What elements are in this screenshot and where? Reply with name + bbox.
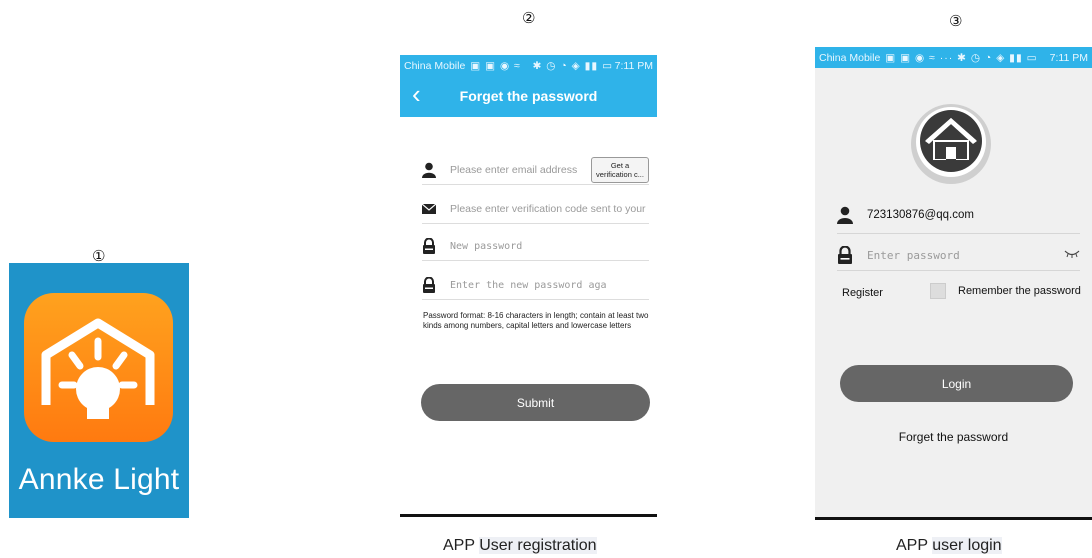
login-screen: China Mobile ▣ ▣ ◉ ≈ ··· ✱ ◷ ◔ ◈ ▮▮ ▭ 7:… bbox=[815, 47, 1092, 520]
password-field[interactable]: Enter password bbox=[837, 240, 1080, 271]
step-marker-3: ③ bbox=[949, 12, 963, 30]
clock: 7:11 PM bbox=[1049, 51, 1088, 64]
password-input[interactable]: Enter password bbox=[867, 249, 960, 262]
app-icon-label: Annke Light bbox=[18, 463, 180, 496]
divider bbox=[837, 233, 1080, 234]
caption-highlight: user login bbox=[932, 537, 1002, 554]
caption-registration: APP User registration bbox=[443, 537, 597, 555]
new-password-input[interactable]: New password bbox=[450, 241, 522, 252]
carrier-label: China Mobile bbox=[404, 59, 466, 72]
remember-label: Remember the password bbox=[958, 285, 1081, 297]
account-field[interactable]: 723130876@qq.com bbox=[837, 200, 1080, 230]
submit-button[interactable]: Submit bbox=[421, 384, 650, 421]
remember-checkbox[interactable] bbox=[930, 283, 946, 299]
status-bar: China Mobile ▣ ▣ ◉ ≈ ··· ✱ ◷ ◔ ◈ ▮▮ ▭ 7:… bbox=[815, 47, 1092, 68]
remember-password-toggle[interactable]: Remember the password bbox=[930, 283, 1081, 299]
caption-prefix: APP bbox=[896, 537, 928, 554]
email-input[interactable]: Please enter email address bbox=[450, 164, 577, 176]
lock-icon bbox=[422, 238, 436, 254]
email-field[interactable]: Please enter email address Get a verific… bbox=[422, 156, 649, 185]
forget-password-screen: China Mobile ▣ ▣ ◉ ≈ ✱ ◷ ◔ ◈ ▮▮ ▭ 7:11 P… bbox=[400, 55, 657, 517]
home-logo-icon bbox=[909, 102, 993, 186]
user-icon bbox=[422, 162, 436, 178]
clock: 7:11 PM bbox=[614, 59, 653, 72]
register-link[interactable]: Register bbox=[842, 287, 883, 299]
forget-password-link[interactable]: Forget the password bbox=[815, 430, 1092, 444]
user-icon bbox=[837, 206, 853, 224]
password-format-hint: Password format: 8-16 characters in leng… bbox=[423, 311, 649, 330]
get-code-button[interactable]: Get a verification c... bbox=[591, 157, 649, 183]
app-icon-tile[interactable]: Annke Light bbox=[9, 263, 189, 518]
status-icons: ▣ ▣ ◉ ≈ ··· ✱ ◷ ◔ ◈ ▮▮ ▭ bbox=[885, 51, 1038, 64]
title-bar: ‹ Forget the password bbox=[400, 76, 657, 117]
status-icons: ▣ ▣ ◉ ≈ ✱ ◷ ◔ ◈ ▮▮ ▭ bbox=[470, 59, 614, 72]
caption-prefix: APP bbox=[443, 537, 475, 554]
caption-login: APP user login bbox=[896, 537, 1002, 555]
account-input[interactable]: 723130876@qq.com bbox=[867, 209, 974, 221]
page-title: Forget the password bbox=[459, 88, 598, 104]
eye-closed-icon[interactable] bbox=[1064, 249, 1080, 261]
confirm-password-input[interactable]: Enter the new password aga bbox=[450, 280, 607, 291]
confirm-password-field[interactable]: Enter the new password aga bbox=[422, 271, 649, 300]
lock-icon bbox=[422, 277, 436, 293]
mail-icon bbox=[422, 201, 436, 217]
login-button[interactable]: Login bbox=[840, 365, 1073, 402]
code-field[interactable]: Please enter verification code sent to y… bbox=[422, 195, 649, 224]
status-bar: China Mobile ▣ ▣ ◉ ≈ ✱ ◷ ◔ ◈ ▮▮ ▭ 7:11 P… bbox=[400, 55, 657, 76]
caption-highlight: User registration bbox=[479, 537, 597, 554]
step-marker-2: ② bbox=[522, 9, 536, 27]
lamp-house-icon bbox=[24, 293, 173, 442]
carrier-label: China Mobile bbox=[819, 51, 881, 64]
lock-icon bbox=[837, 246, 853, 264]
code-input[interactable]: Please enter verification code sent to y… bbox=[450, 203, 646, 215]
new-password-field[interactable]: New password bbox=[422, 232, 649, 261]
